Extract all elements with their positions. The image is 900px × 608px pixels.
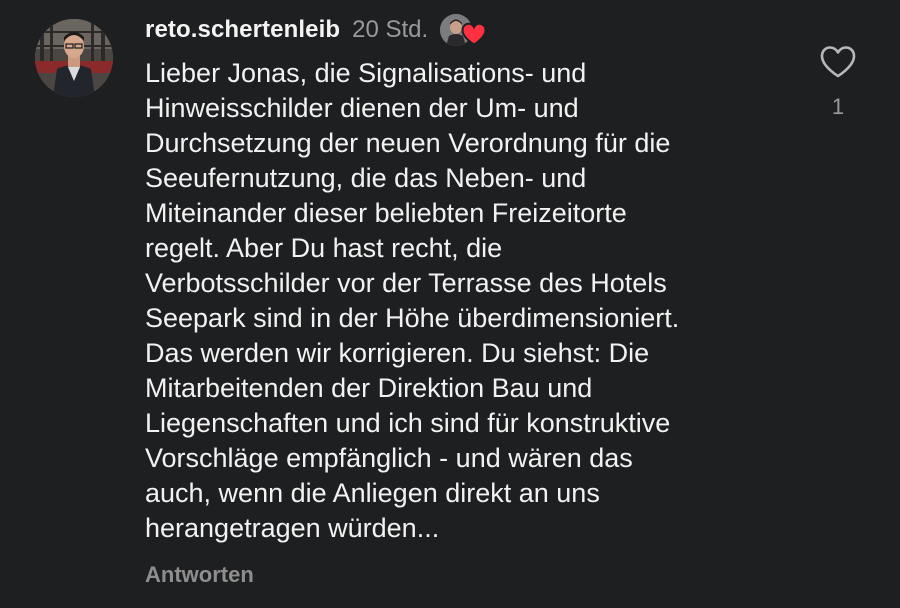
username[interactable]: reto.schertenleib <box>145 16 340 44</box>
avatar-photo <box>35 19 113 97</box>
reply-button[interactable]: Antworten <box>145 562 254 588</box>
comment-text: Lieber Jonas, die Signalisations- und Hi… <box>145 58 680 543</box>
comment-header: reto.schertenleib 20 Std. <box>145 14 488 46</box>
creator-liked-badge <box>440 14 488 46</box>
heart-filled-icon <box>461 22 487 46</box>
like-count: 1 <box>831 94 845 119</box>
like-button[interactable] <box>819 44 857 80</box>
avatar[interactable] <box>35 19 113 97</box>
heart-outline-icon <box>820 46 856 78</box>
like-column: 1 <box>815 44 861 120</box>
timestamp[interactable]: 20 Std. <box>352 16 428 44</box>
comment: reto.schertenleib 20 Std. Lieber Jonas, … <box>0 0 900 608</box>
